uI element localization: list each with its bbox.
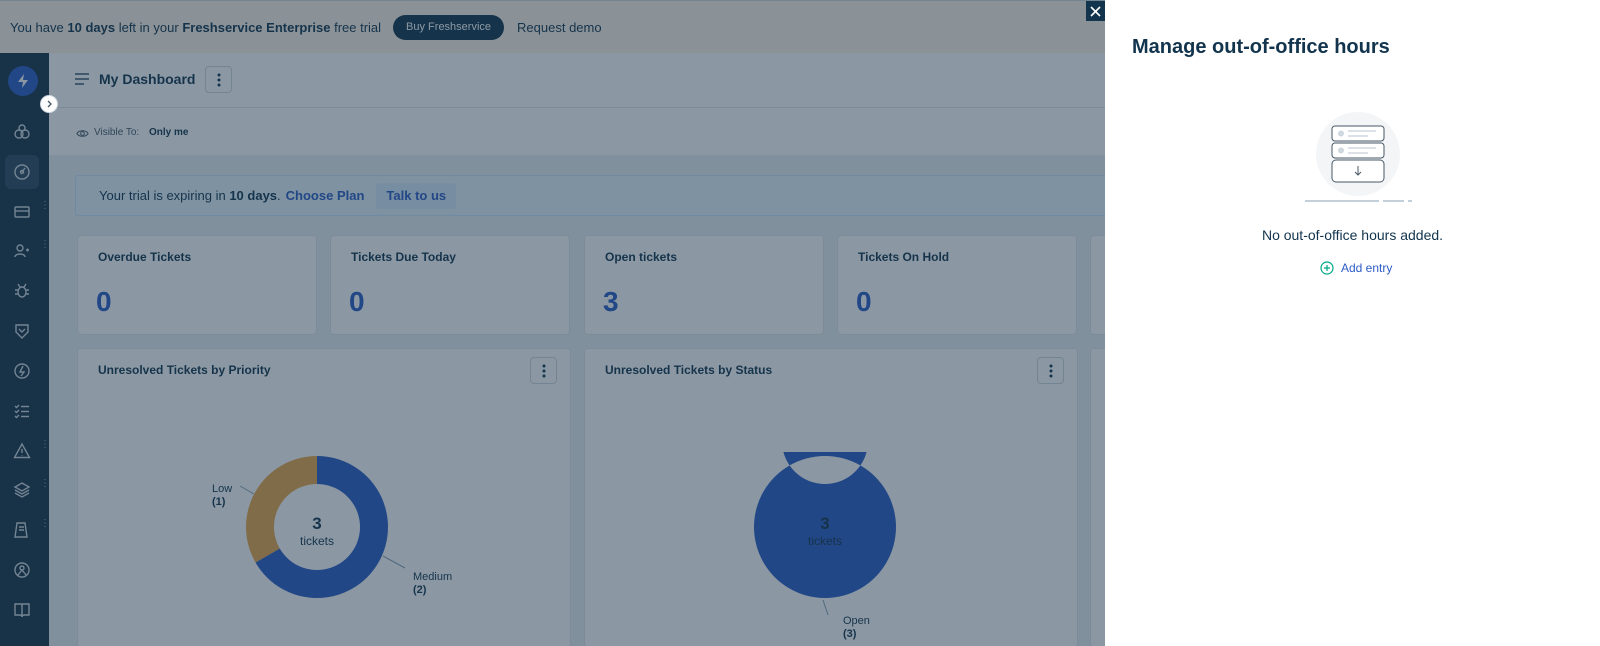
close-icon [1090,5,1101,17]
add-entry-button[interactable]: Add entry [1320,260,1392,276]
panel-title: Manage out-of-office hours [1132,36,1390,58]
nav-expand-toggle[interactable] [40,95,58,113]
add-entry-label: Add entry [1341,261,1393,275]
out-of-office-panel: Manage out-of-office hours No out-of-off… [1105,0,1600,646]
empty-state-message: No out-of-office hours added. [1261,227,1444,243]
add-circle-icon [1320,261,1334,275]
empty-state-illustration [1305,112,1412,202]
close-panel-button[interactable] [1086,1,1105,21]
modal-overlay[interactable] [0,0,1105,646]
